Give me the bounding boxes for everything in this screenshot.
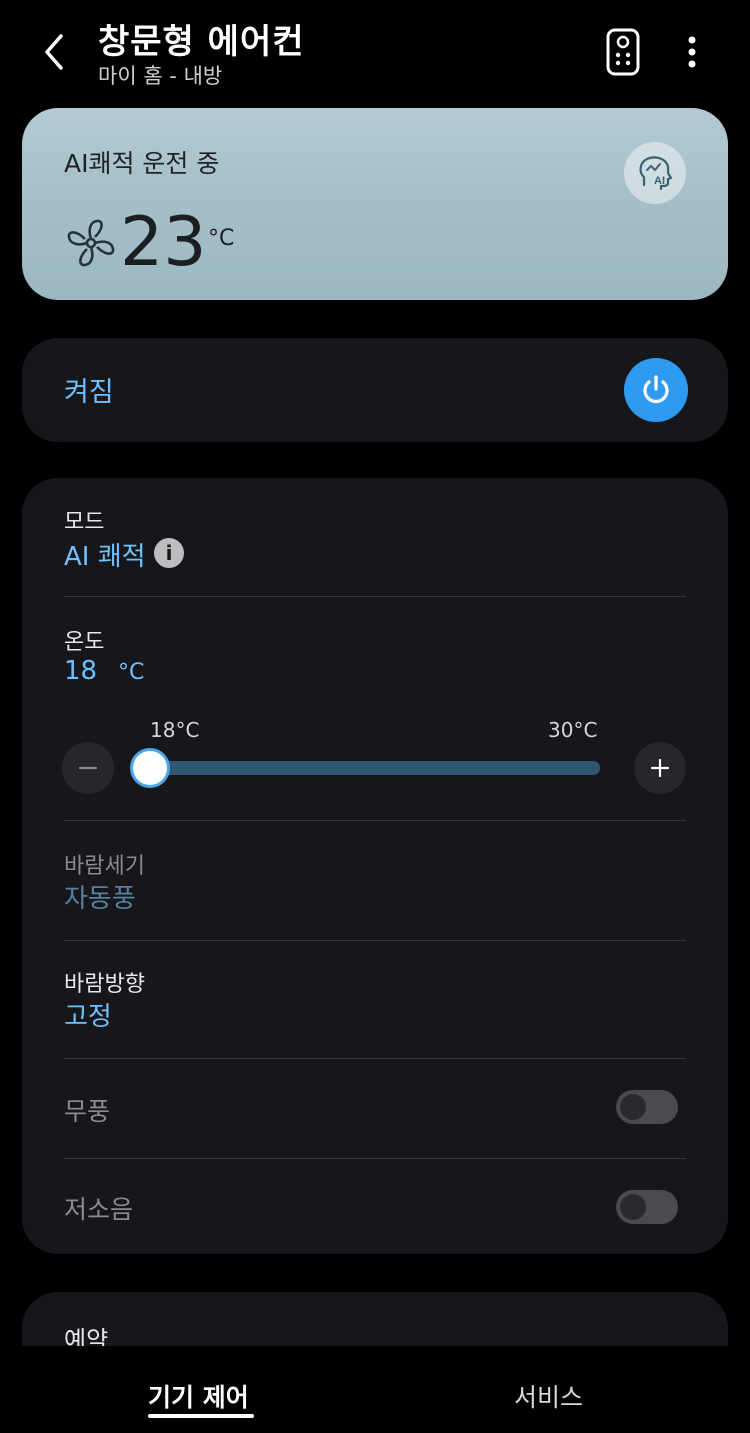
header: 창문형 에어컨 마이 홈 - 내방 [0, 0, 750, 100]
plus-icon [650, 758, 670, 778]
fan-direction-label: 바람방향 [64, 972, 145, 997]
operation-status: AI쾌적 운전 중 [64, 149, 220, 178]
ai-head-icon: AI [639, 156, 673, 191]
divider [64, 1058, 686, 1059]
divider [64, 1158, 686, 1159]
location-subtitle: 마이 홈 - 내방 [98, 64, 223, 88]
fan-icon [67, 219, 115, 267]
mode-value: AI 쾌적 [64, 542, 146, 572]
more-vertical-icon [688, 36, 696, 68]
info-icon[interactable]: i [154, 538, 184, 568]
back-button[interactable] [28, 26, 80, 78]
minus-icon [78, 766, 98, 770]
mode-label: 모드 [64, 510, 105, 535]
fan-speed-value: 자동풍 [64, 884, 136, 914]
slider-max-label: 30°C [548, 718, 598, 742]
ai-badge-text: AI [654, 175, 665, 187]
slider-min-label: 18°C [150, 718, 200, 742]
fan-speed-label: 바람세기 [64, 854, 145, 879]
temperature-increase-button[interactable] [634, 742, 686, 794]
more-options-button[interactable] [676, 32, 708, 72]
active-tab-indicator [148, 1414, 254, 1418]
tab-device-control[interactable]: 기기 제어 [148, 1378, 249, 1414]
temperature-label: 온도 [64, 630, 105, 655]
chevron-left-icon [45, 34, 63, 70]
current-temperature: 23 [120, 203, 207, 282]
temperature-unit: °C [208, 226, 235, 251]
page-title: 창문형 에어컨 [98, 22, 305, 62]
temperature-decrease-button[interactable] [62, 742, 114, 794]
windless-toggle[interactable] [616, 1090, 678, 1124]
remote-button[interactable] [604, 28, 644, 76]
power-button[interactable] [624, 358, 688, 422]
power-icon [643, 375, 669, 404]
tab-services[interactable]: 서비스 [514, 1378, 583, 1414]
temperature-slider-track[interactable] [140, 761, 600, 775]
toggle-knob [620, 1094, 646, 1120]
app-screen: 창문형 에어컨 마이 홈 - 내방 AI쾌적 운전 중 AI 23 °C 켜짐 … [0, 0, 750, 1433]
power-card: 켜짐 [22, 338, 728, 442]
divider [64, 596, 686, 597]
temperature-slider-thumb[interactable] [130, 748, 170, 788]
remote-control-icon [606, 28, 640, 76]
status-card[interactable]: AI쾌적 운전 중 AI 23 °C [22, 108, 728, 300]
fan-direction-value: 고정 [64, 1002, 112, 1032]
divider [64, 940, 686, 941]
toggle-knob [620, 1194, 646, 1220]
target-temperature-value: 18 [64, 656, 98, 686]
target-temperature-unit: °C [118, 660, 145, 685]
bottom-navigation: 기기 제어 서비스 [0, 1346, 750, 1433]
controls-card: 모드 AI 쾌적 i 온도 18 °C 18°C 30°C 바람세기 자동풍 바… [22, 478, 728, 1254]
divider [64, 820, 686, 821]
power-status-label: 켜짐 [64, 377, 114, 408]
quiet-toggle[interactable] [616, 1190, 678, 1224]
ai-mode-button[interactable]: AI [624, 142, 686, 204]
quiet-label: 저소음 [64, 1195, 134, 1224]
windless-label: 무풍 [64, 1097, 111, 1126]
